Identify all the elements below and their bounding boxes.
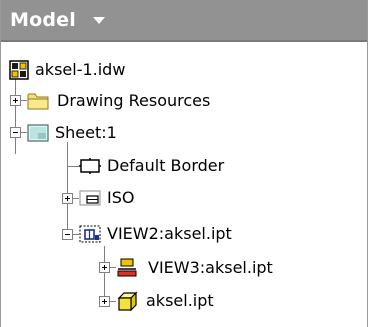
collapse-view2-button[interactable] [62,229,73,240]
tree-item-label: Default Border [107,156,225,175]
tree-item-iso[interactable]: ISO [79,182,134,214]
model-browser-panel: Model aksel-1.idw Drawing Resources Shee… [0,0,368,327]
tree-item-label: VIEW2:aksel.ipt [107,224,232,243]
dropdown-arrow-icon[interactable] [93,17,105,24]
tree-item-label: Sheet:1 [55,123,117,142]
tree-item-part[interactable]: aksel.ipt [116,285,214,317]
section-view-icon [116,258,138,278]
model-browser-header[interactable]: Model [1,0,367,42]
sheet-icon [27,123,49,143]
tree-item-sheet[interactable]: Sheet:1 [27,117,117,149]
expand-view3-button[interactable] [99,262,110,273]
tree-item-drawing-resources[interactable]: Drawing Resources [27,85,210,117]
tree-item-label: VIEW3:aksel.ipt [148,258,273,277]
title-block-icon [79,188,101,208]
idw-drawing-icon [9,60,31,80]
expand-drawing-resources-button[interactable] [10,95,21,106]
tree-item-label: Drawing Resources [57,91,211,110]
tree-item-root[interactable]: aksel-1.idw [9,54,125,86]
browser-title: Model [10,9,76,31]
tree-item-view3[interactable]: VIEW3:aksel.ipt [116,252,273,284]
part-icon [116,291,138,311]
folder-icon [27,91,49,111]
tree-item-label: ISO [107,188,135,207]
tree-connector [67,142,68,236]
expand-part-button[interactable] [99,296,110,307]
tree-connector [104,246,105,302]
tree-item-default-border[interactable]: Default Border [79,150,224,182]
model-tree: aksel-1.idw Drawing Resources Sheet:1 De… [1,42,367,327]
tree-item-label: aksel-1.idw [35,60,126,79]
tree-connector [67,166,79,167]
tree-item-label: aksel.ipt [146,291,214,310]
collapse-sheet-button[interactable] [10,127,21,138]
tree-item-view2[interactable]: VIEW2:aksel.ipt [79,218,232,250]
drawing-view-icon [79,224,101,244]
expand-iso-button[interactable] [62,193,73,204]
border-icon [79,156,101,176]
